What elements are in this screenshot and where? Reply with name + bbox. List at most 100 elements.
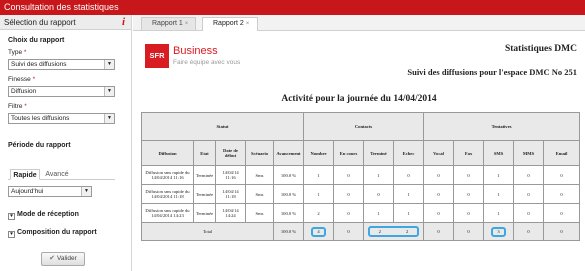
table-row: Diffusion sms rapide du 14/04/2014 14:23… [141,203,581,223]
tab-avance[interactable]: Avancé [42,169,72,180]
highlight-box: 3 [491,226,507,237]
table-cell: 0 [513,203,545,223]
report-title: Statistiques DMC [504,44,577,54]
composition-toggle[interactable]: ▾ Composition du rapport [8,229,97,238]
close-icon[interactable]: × [185,21,189,27]
table-cell: 0 [513,165,545,185]
total-cell: 0 [543,222,581,241]
composition-label: Composition du rapport [17,229,97,236]
expand-icon: ▾ [8,213,15,220]
column-header: SMS [483,140,515,166]
total-cell: 3 [483,222,515,241]
total-cell: 4 [303,222,334,241]
table-cell: 14/04/14 11:16 [215,165,246,185]
period-section-title: Période du rapport [8,142,71,149]
table-cell: 1 [363,203,394,223]
type-select-value: Suivi des diffusions [11,61,67,68]
tab-rapide[interactable]: Rapide [10,169,40,180]
table-cell: 0 [543,203,581,223]
tab-rapport-2[interactable]: Rapport 2 × [202,17,258,31]
column-header: Vocal [423,140,455,166]
reception-mode-label: Mode de réception [17,211,79,218]
filtre-select-value: Toutes les diffusions [11,115,70,122]
total-cell-pair: 22 [362,222,425,241]
reception-mode-toggle[interactable]: ▾ Mode de réception [8,211,79,220]
table-cell: Terminée [193,184,216,204]
type-label: Type * [8,49,27,56]
report-selection-panel: Sélection du rapport i Choix du rapport … [0,15,132,271]
group-header-contacts: Contacts [302,112,425,141]
total-cell: 0 [513,222,545,241]
report-view: SFR Business Faire équipe avec vous Stat… [133,32,585,271]
column-header: Avancement [273,140,304,166]
brand-tagline: Faire équipe avec vous [173,59,241,66]
choice-section-title: Choix du rapport [8,37,65,44]
filtre-select[interactable]: Toutes les diffusions ▼ [8,113,115,124]
table-cell: 0 [423,165,455,185]
table-cell: 1 [392,203,425,223]
period-select[interactable]: Aujourd'hui ▼ [8,186,92,197]
table-cell: 100.0 % [273,203,304,223]
table-row: Diffusion sms rapide du 14/04/2014 11:16… [141,165,581,185]
type-select[interactable]: Suivi des diffusions ▼ [8,59,115,70]
table-cell: Sms [245,165,274,185]
table-cell: 0 [333,203,364,223]
column-header: MMS [513,140,545,166]
table-row: Diffusion sms rapide du 14/04/2014 11:18… [141,184,581,204]
tab-label: Rapport 2 [213,20,244,27]
period-tabs: Rapide Avancé [8,169,115,180]
table-cell: 1 [303,184,334,204]
table-cell: 0 [453,165,485,185]
table-cell: Terminée [193,165,216,185]
brand-name: Business [173,45,218,57]
statistics-table: Statut Contacts Tentatives Diffusion Eta… [141,112,581,241]
table-cell: 0 [423,203,455,223]
panel-header: Sélection du rapport i [0,15,131,30]
table-cell: 0 [423,184,455,204]
total-row: Total 100.0 % 4 0 22 0 0 3 0 0 [141,222,581,241]
table-cell: 1 [483,203,515,223]
table-cell: 0 [513,184,545,204]
group-header-status: Statut [141,112,304,141]
column-header: Fax [453,140,485,166]
close-icon[interactable]: × [246,21,250,27]
activity-title: Activité pour la journée du 14/04/2014 [281,94,437,104]
info-icon[interactable]: i [122,16,125,28]
table-cell: 0 [453,184,485,204]
period-select-value: Aujourd'hui [11,188,44,195]
table-cell: 0 [453,203,485,223]
highlight-box [368,226,420,237]
column-header: Diffusion [141,140,194,166]
column-header: Echec [392,140,425,166]
validate-button[interactable]: ✔ Valider [41,252,85,266]
table-cell: Diffusion sms rapide du 14/04/2014 14:23 [141,203,194,223]
finesse-select-value: Diffusion [11,88,37,95]
sfr-logo: SFR [145,44,169,68]
table-cell: 1 [392,184,425,204]
table-cell: Sms [245,184,274,204]
tab-label: Rapport 1 [152,20,183,27]
checkmark-icon: ✔ [49,255,56,262]
column-header: Terminé [363,140,394,166]
column-header: Etat [193,140,216,166]
column-header: Date de début [215,140,246,166]
tab-rapport-1[interactable]: Rapport 1 × [141,17,196,30]
table-cell: 1 [483,184,515,204]
table-cell: 100.0 % [273,184,304,204]
total-label: Total [141,222,274,241]
finesse-select[interactable]: Diffusion ▼ [8,86,115,97]
column-header: Email [543,140,581,166]
table-cell: Diffusion sms rapide du 14/04/2014 11:16 [141,165,194,185]
report-tabs-bar: Rapport 1 × Rapport 2 × [133,15,585,31]
table-cell: 0 [333,184,364,204]
table-cell: 14/04/14 11:18 [215,184,246,204]
highlight-box: 4 [311,226,326,237]
column-header: Scénario [245,140,274,166]
finesse-label: Finesse * [8,76,36,83]
chevron-down-icon: ▼ [81,187,91,196]
expand-icon: ▾ [8,231,15,238]
total-cell: 0 [423,222,455,241]
table-cell: 0 [363,184,394,204]
group-header-attempts: Tentatives [423,112,581,141]
table-cell: Sms [245,203,274,223]
